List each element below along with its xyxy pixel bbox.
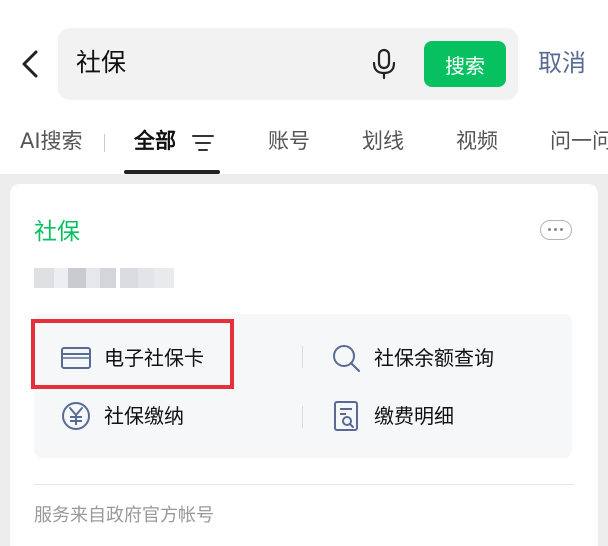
service-label: 缴费明细 <box>374 404 454 428</box>
service-label: 社保余额查询 <box>374 346 494 370</box>
card-icon <box>61 347 91 369</box>
search-submit-button[interactable]: 搜索 <box>424 41 506 87</box>
back-button[interactable] <box>14 44 50 84</box>
service-label: 社保缴纳 <box>104 404 184 428</box>
tab-all[interactable]: 全部 <box>134 126 176 156</box>
search-results-page: 社保 搜索 取消 AI搜索 全部 账号 划线 视频 问一问 社保 电子社保卡 社… <box>0 0 608 546</box>
chevron-left-icon <box>22 50 38 78</box>
search-icon <box>333 345 361 373</box>
document-search-icon <box>334 401 358 431</box>
card-title[interactable]: 社保 <box>34 216 80 248</box>
search-tabs: AI搜索 全部 账号 划线 视频 问一问 <box>0 110 608 174</box>
card-divider <box>34 484 574 485</box>
search-header: 社保 搜索 取消 <box>0 0 608 120</box>
tab-videos[interactable]: 视频 <box>456 126 498 156</box>
tab-highlights[interactable]: 划线 <box>362 126 404 156</box>
tab-ask[interactable]: 问一问 <box>550 126 608 156</box>
search-box[interactable]: 社保 搜索 <box>58 28 518 100</box>
blurred-text <box>34 268 214 290</box>
service-separator <box>302 406 303 428</box>
tab-ai-search[interactable]: AI搜索 <box>20 126 83 156</box>
service-balance-query[interactable]: 社保余额查询 <box>330 340 494 376</box>
service-grid: 电子社保卡 社保余额查询 社保缴纳 缴费明细 <box>34 314 572 458</box>
search-input[interactable]: 社保 <box>76 46 126 80</box>
more-options-icon[interactable] <box>540 220 572 240</box>
filter-icon[interactable] <box>192 134 214 152</box>
service-separator <box>302 346 303 368</box>
tab-separator <box>104 134 105 152</box>
service-payment-details[interactable]: 缴费明细 <box>330 398 454 434</box>
result-card: 社保 电子社保卡 社保余额查询 社保缴纳 缴费明细 服务来自政府官方帐号 <box>10 184 598 546</box>
cancel-button[interactable]: 取消 <box>538 46 586 80</box>
service-e-card[interactable]: 电子社保卡 <box>60 340 204 376</box>
service-label: 电子社保卡 <box>104 346 204 370</box>
microphone-icon[interactable] <box>370 48 398 80</box>
yuan-icon <box>62 402 90 430</box>
tab-accounts[interactable]: 账号 <box>268 126 310 156</box>
service-source-note: 服务来自政府官方帐号 <box>34 505 214 526</box>
service-payment[interactable]: 社保缴纳 <box>60 398 184 434</box>
